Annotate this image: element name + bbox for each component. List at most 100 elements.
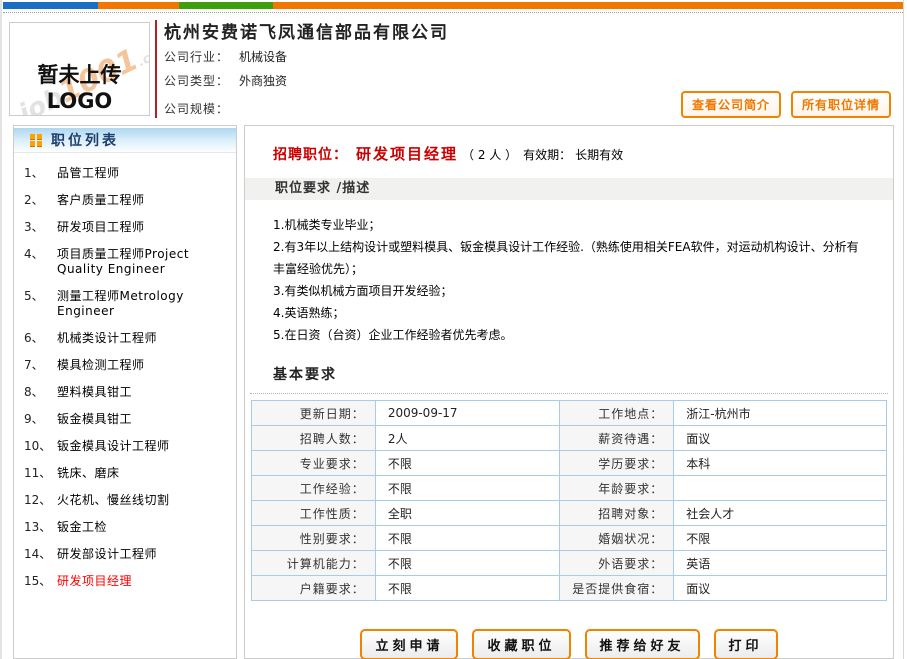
sidebar-item-job-11[interactable]: 11、铣床、磨床: [24, 466, 232, 481]
table-row: 招聘人数： 2人 薪资待遇： 面议: [252, 426, 887, 451]
field-label: 外语要求：: [559, 551, 673, 576]
job-label: 研发项目工程师: [57, 220, 232, 235]
field-label: 工作地点：: [559, 401, 673, 426]
sidebar-item-job-12[interactable]: 12、火花机、慢丝线切割: [24, 493, 232, 508]
job-number: 7、: [24, 358, 57, 373]
field-value: 不限: [375, 476, 559, 501]
type-label: 公司类型：: [164, 74, 229, 88]
job-number: 15、: [24, 574, 57, 589]
topbar-blue-segment: [3, 2, 98, 9]
sidebar-item-job-4[interactable]: 4、项目质量工程师Project Quality Engineer: [24, 247, 232, 277]
page-left-border: [0, 0, 2, 659]
company-logo-placeholder: job1001.com 暂未上传LOGO: [9, 22, 150, 116]
job-list-sidebar: 职位列表 1、品管工程师 2、客户质量工程师 3、研发项目工程师 4、项目质量工…: [13, 125, 237, 659]
topbar-orange-long-segment: [273, 2, 903, 9]
field-value: 面议: [674, 426, 887, 451]
requirements-section-header: 职位要求 /描述: [245, 178, 893, 200]
job-list-header: 职位列表: [14, 126, 236, 153]
field-label: 婚姻状况：: [559, 526, 673, 551]
company-type-row: 公司类型： 外商独资: [164, 72, 287, 89]
job-number: 8、: [24, 385, 57, 400]
field-value: [674, 476, 887, 501]
job-label: 研发部设计工程师: [57, 547, 232, 562]
type-value: 外商独资: [239, 74, 287, 88]
description-line: 3.有类似机械方面项目开发经验；: [273, 280, 859, 302]
sidebar-item-job-2[interactable]: 2、客户质量工程师: [24, 193, 232, 208]
sidebar-item-job-3[interactable]: 3、研发项目工程师: [24, 220, 232, 235]
validity-label: 有效期：: [523, 148, 571, 162]
field-label: 年龄要求：: [559, 476, 673, 501]
sidebar-item-job-8[interactable]: 8、塑料模具钳工: [24, 385, 232, 400]
job-list: 1、品管工程师 2、客户质量工程师 3、研发项目工程师 4、项目质量工程师Pro…: [14, 153, 236, 589]
basic-requirements-title: 基本要求: [273, 367, 337, 383]
field-value: 浙江-杭州市: [674, 401, 887, 426]
field-value: 2人: [375, 426, 559, 451]
job-number: 14、: [24, 547, 57, 562]
field-label: 学历要求：: [559, 451, 673, 476]
job-label: 钣金工检: [57, 520, 232, 535]
apply-now-button[interactable]: 立刻申请: [360, 629, 458, 659]
sidebar-item-job-14[interactable]: 14、研发部设计工程师: [24, 547, 232, 562]
job-number: 12、: [24, 493, 57, 508]
description-line: 1.机械类专业毕业；: [273, 214, 859, 236]
job-label: 测量工程师Metrology Engineer: [57, 289, 232, 319]
job-number: 13、: [24, 520, 57, 535]
field-label: 薪资待遇：: [559, 426, 673, 451]
top-color-bar: [3, 2, 903, 9]
company-header: job1001.com 暂未上传LOGO 杭州安费诺飞凤通信部品有限公司 公司行…: [3, 16, 903, 122]
job-number: 10、: [24, 439, 57, 454]
table-row: 工作性质： 全职 招聘对象： 社会人才: [252, 501, 887, 526]
basic-requirements-header: 基本要求: [250, 364, 888, 394]
job-header: 招聘职位：研发项目经理（ 2 人 ）有效期：长期有效: [245, 126, 893, 164]
sidebar-item-job-13[interactable]: 13、钣金工检: [24, 520, 232, 535]
job-number: 5、: [24, 289, 57, 319]
field-label: 招聘人数：: [252, 426, 376, 451]
sidebar-item-job-1[interactable]: 1、品管工程师: [24, 166, 232, 181]
industry-value: 机械设备: [239, 50, 287, 64]
view-company-profile-button[interactable]: 查看公司简介: [681, 91, 781, 118]
job-label: 塑料模具钳工: [57, 385, 232, 400]
topbar-green-segment: [179, 2, 273, 9]
page-right-border: [903, 0, 904, 659]
field-label: 工作经验：: [252, 476, 376, 501]
validity-value: 长期有效: [575, 148, 623, 162]
job-label: 机械类设计工程师: [57, 331, 232, 346]
field-value: 本科: [674, 451, 887, 476]
all-jobs-button[interactable]: 所有职位详情: [791, 91, 891, 118]
field-label: 性别要求：: [252, 526, 376, 551]
print-button[interactable]: 打印: [714, 629, 778, 659]
sidebar-item-job-5[interactable]: 5、测量工程师Metrology Engineer: [24, 289, 232, 319]
job-label: 研发项目经理: [57, 574, 232, 589]
field-value: 全职: [375, 501, 559, 526]
job-number: 6、: [24, 331, 57, 346]
job-title: 研发项目经理: [356, 145, 458, 163]
field-value: 不限: [375, 576, 559, 601]
sidebar-item-job-9[interactable]: 9、钣金模具钳工: [24, 412, 232, 427]
job-label: 模具检测工程师: [57, 358, 232, 373]
favorite-job-button[interactable]: 收藏职位: [472, 629, 570, 659]
size-label: 公司规模：: [164, 102, 229, 116]
sidebar-item-job-7[interactable]: 7、模具检测工程师: [24, 358, 232, 373]
description-line: 2.有3年以上结构设计或塑料模具、钣金模具设计工作经验.（熟练使用相关FEA软件…: [273, 236, 859, 280]
sidebar-item-job-6[interactable]: 6、机械类设计工程师: [24, 331, 232, 346]
job-number: 3、: [24, 220, 57, 235]
field-label: 工作性质：: [252, 501, 376, 526]
job-list-title: 职位列表: [51, 130, 119, 150]
field-label: 招聘对象：: [559, 501, 673, 526]
field-value: 不限: [375, 526, 559, 551]
job-number: 11、: [24, 466, 57, 481]
job-label: 品管工程师: [57, 166, 232, 181]
industry-label: 公司行业：: [164, 50, 229, 64]
recommend-to-friend-button[interactable]: 推荐给好友: [585, 629, 700, 659]
field-value: 英语: [674, 551, 887, 576]
job-number: 2、: [24, 193, 57, 208]
job-label: 钣金模具设计工程师: [57, 439, 232, 454]
sidebar-item-job-10[interactable]: 10、钣金模具设计工程师: [24, 439, 232, 454]
company-industry-row: 公司行业： 机械设备: [164, 48, 287, 65]
job-number: 1、: [24, 166, 57, 181]
table-row: 计算机能力： 不限 外语要求： 英语: [252, 551, 887, 576]
job-label: 客户质量工程师: [57, 193, 232, 208]
field-value: 面议: [674, 576, 887, 601]
field-label: 计算机能力：: [252, 551, 376, 576]
sidebar-item-job-15-current[interactable]: 15、研发项目经理: [24, 574, 232, 589]
